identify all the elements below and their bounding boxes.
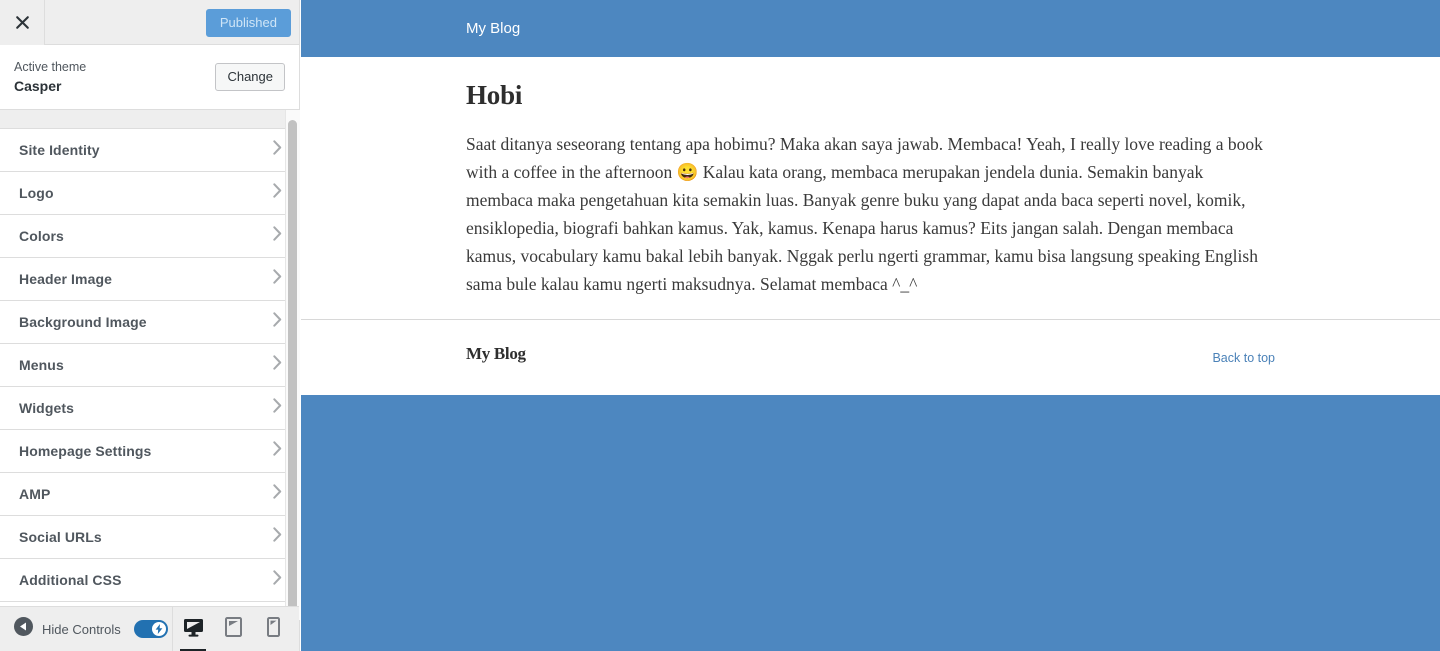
- lightning-bolt-icon: [151, 622, 166, 636]
- post-title: Hobi: [466, 80, 523, 110]
- device-desktop-button[interactable]: [173, 607, 213, 651]
- chevron-right-icon: [273, 527, 282, 547]
- chevron-right-icon: [273, 355, 282, 375]
- close-icon[interactable]: [0, 0, 45, 45]
- hide-controls-button[interactable]: Hide Controls: [0, 607, 168, 651]
- panel-gap-divider: [0, 110, 299, 128]
- active-theme-name: Casper: [14, 78, 62, 95]
- panel-item-social-urls[interactable]: Social URLs: [0, 516, 299, 559]
- customizer-sidebar: Published Active theme Casper Change Sit…: [0, 0, 300, 651]
- site-preview-footer: My Blog Back to top: [301, 319, 1440, 395]
- panel-item-background-image[interactable]: Background Image: [0, 301, 299, 344]
- site-preview-header: My Blog: [301, 0, 1440, 57]
- back-to-top-link[interactable]: Back to top: [1212, 351, 1275, 365]
- customizer-screen: Published Active theme Casper Change Sit…: [0, 0, 1440, 651]
- chevron-right-icon: [273, 312, 282, 332]
- chevron-right-icon: [273, 183, 282, 203]
- panel-item-header-image[interactable]: Header Image: [0, 258, 299, 301]
- amp-toggle[interactable]: [133, 620, 168, 638]
- active-theme-meta: Active theme Casper: [14, 59, 86, 95]
- panel-item-label: Colors: [19, 228, 64, 244]
- chevron-right-icon: [273, 140, 282, 160]
- mobile-icon: [266, 617, 280, 642]
- panel-item-label: Header Image: [19, 271, 113, 287]
- site-preview-frame[interactable]: My Blog Hobi Saat ditanya seseorang tent…: [301, 0, 1440, 651]
- footer-site-title: My Blog: [466, 344, 526, 363]
- chevron-right-icon: [273, 484, 282, 504]
- panel-item-additional-css[interactable]: Additional CSS: [0, 559, 299, 602]
- panel-item-label: Site Identity: [19, 142, 100, 158]
- customizer-footer: Hide Controls: [0, 606, 299, 651]
- panel-item-label: Homepage Settings: [19, 443, 152, 459]
- chevron-right-icon: [273, 226, 282, 246]
- customizer-panel-list[interactable]: Site Identity Logo Colors Header Image Backg…: [0, 128, 299, 606]
- collapse-left-icon: [14, 617, 33, 641]
- panel-item-label: Background Image: [19, 314, 147, 330]
- active-theme-label: Active theme: [14, 59, 87, 74]
- post-body-text: Saat ditanya seseorang tentang apa hobim…: [466, 134, 1263, 294]
- device-preview-group: [172, 607, 293, 651]
- panel-item-label: Menus: [19, 357, 64, 373]
- chevron-right-icon: [273, 398, 282, 418]
- change-theme-button[interactable]: Change: [215, 63, 285, 91]
- hide-controls-label: Hide Controls: [42, 621, 121, 637]
- panel-item-label: AMP: [19, 486, 51, 502]
- panel-item-label: Additional CSS: [19, 572, 122, 588]
- panel-item-label: Social URLs: [19, 529, 102, 545]
- panel-item-amp[interactable]: AMP: [0, 473, 299, 516]
- panel-item-menus[interactable]: Menus: [0, 344, 299, 387]
- panel-item-colors[interactable]: Colors: [0, 215, 299, 258]
- preview-background-filler: [301, 395, 1440, 651]
- sidebar-scrollbar-thumb[interactable]: [288, 120, 297, 610]
- panel-item-site-identity[interactable]: Site Identity: [0, 129, 299, 172]
- active-theme-section: Active theme Casper Change: [0, 45, 299, 110]
- device-mobile-button[interactable]: [253, 607, 293, 651]
- tablet-icon: [224, 617, 242, 642]
- chevron-right-icon: [273, 269, 282, 289]
- panel-item-label: Widgets: [19, 400, 75, 416]
- publish-button[interactable]: Published: [205, 9, 291, 37]
- panel-item-logo[interactable]: Logo: [0, 172, 299, 215]
- desktop-icon: [183, 618, 204, 642]
- post-article: Hobi Saat ditanya seseorang tentang apa …: [301, 57, 1440, 319]
- panel-item-widgets[interactable]: Widgets: [0, 387, 299, 430]
- panel-item-label: Logo: [19, 185, 54, 201]
- chevron-right-icon: [273, 570, 282, 590]
- panel-item-homepage-settings[interactable]: Homepage Settings: [0, 430, 299, 473]
- site-title[interactable]: My Blog: [466, 20, 520, 37]
- site-preview-body: Hobi Saat ditanya seseorang tentang apa …: [301, 57, 1440, 395]
- customizer-header: Published: [0, 0, 299, 45]
- device-tablet-button[interactable]: [213, 607, 253, 651]
- chevron-right-icon: [273, 441, 282, 461]
